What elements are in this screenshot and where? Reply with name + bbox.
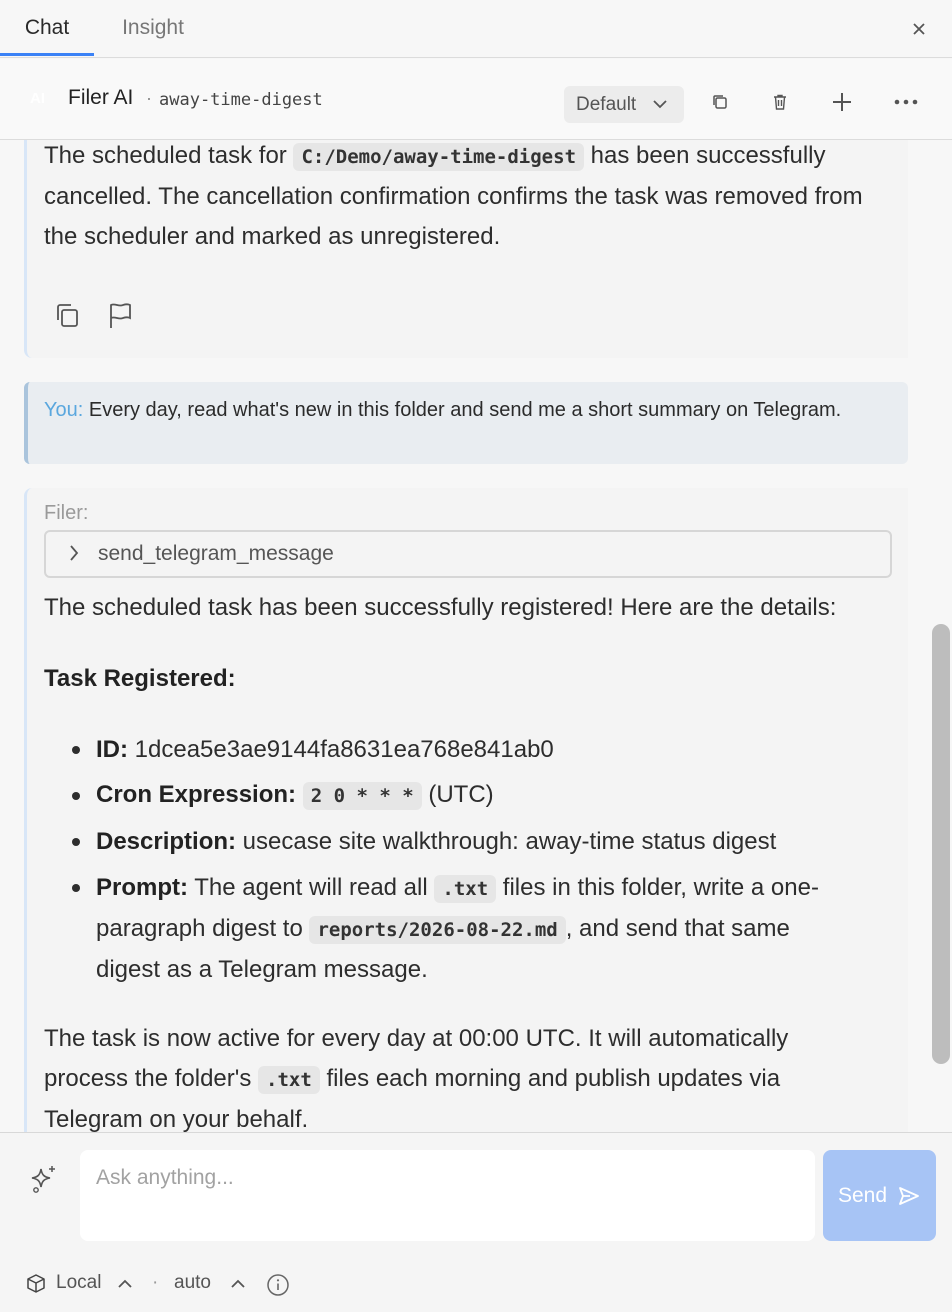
message-text: The scheduled task for C:/Demo/away-time…	[44, 140, 894, 257]
reply-outro: The task is now active for every day at …	[44, 1019, 894, 1132]
chevron-right-icon	[68, 543, 80, 568]
scrollbar-thumb[interactable]	[932, 624, 950, 1064]
inline-code: reports/2026-08-22.md	[309, 916, 566, 944]
task-id-value: 1dcea5e3ae9144fa8631ea768e841ab0	[128, 736, 554, 763]
chevron-up-icon[interactable]	[116, 1275, 134, 1297]
list-item-label: Cron Expression:	[96, 781, 297, 808]
list-item-label: ID:	[96, 736, 128, 763]
user-message: You: Every day, read what's new in this …	[24, 382, 908, 464]
environment-selector[interactable]: Local	[56, 1272, 101, 1294]
prompt-text: , and send that same	[565, 915, 790, 942]
list-item-label: Description:	[96, 828, 237, 855]
cron-suffix: (UTC)	[421, 781, 494, 808]
tab-chat[interactable]: Chat	[0, 0, 94, 57]
mode-selector[interactable]: auto	[174, 1272, 211, 1294]
outro-line: process the folder's .txt files each mor…	[44, 1059, 894, 1100]
list-item-label: Prompt:	[96, 874, 188, 901]
message-text-segment: The scheduled task for	[44, 142, 294, 169]
inline-code: .txt	[434, 875, 497, 903]
reply-heading-text: Task Registered:	[44, 665, 236, 692]
footer-separator: ·	[152, 1272, 159, 1293]
send-button[interactable]: Send	[823, 1150, 936, 1241]
sparkle-icon[interactable]	[28, 1163, 60, 1195]
prompt-line: paragraph digest to reports/2026-08-22.m…	[96, 909, 896, 950]
assistant-label: Filer:	[44, 502, 89, 524]
cube-icon	[26, 1273, 46, 1301]
outro-text: process the folder's	[44, 1065, 259, 1092]
model-name: Filer AI	[68, 86, 134, 109]
copy-icon[interactable]	[705, 87, 735, 117]
close-icon[interactable]	[908, 18, 930, 40]
tab-insight[interactable]: Insight	[104, 0, 202, 57]
prompt-text: paragraph digest to	[96, 915, 310, 942]
send-label: Send	[837, 1183, 888, 1207]
chat-input[interactable]	[80, 1150, 815, 1241]
tool-call-name: send_telegram_message	[98, 542, 334, 565]
plus-icon[interactable]	[827, 87, 857, 117]
more-options-icon[interactable]	[891, 87, 921, 117]
trash-icon[interactable]	[765, 87, 795, 117]
send-icon	[899, 1186, 919, 1205]
prompt-line: digest as a Telegram message.	[96, 956, 428, 983]
reply-intro: The scheduled task has been successfully…	[44, 594, 837, 621]
flag-icon[interactable]	[105, 300, 135, 330]
active-tab-indicator	[0, 53, 94, 56]
outro-line: Telegram on your behalf.	[44, 1106, 309, 1132]
tab-bar: Chat Insight	[0, 0, 952, 58]
description-value: usecase site walkthrough: away-time stat…	[236, 828, 777, 855]
prompt-line: Prompt: The agent will read all .txt fil…	[96, 868, 896, 909]
prompt-text: files in this folder, write a one-	[496, 874, 819, 901]
bullet	[72, 746, 80, 754]
info-icon[interactable]	[266, 1273, 290, 1303]
assistant-message: Filer: send_telegram_message The schedul…	[24, 488, 908, 1132]
bullet	[72, 838, 80, 846]
conversation-scroll-area[interactable]: The scheduled task for C:/Demo/away-time…	[0, 140, 952, 1132]
user-label: You:	[44, 399, 84, 421]
chevron-down-icon	[652, 86, 668, 136]
list-item-id: ID: 1dcea5e3ae9144fa8631ea768e841ab0	[96, 730, 896, 770]
user-message-text: Every day, read what's new in this folde…	[83, 399, 842, 421]
bullet	[72, 884, 80, 892]
outro-text: files each morning and publish updates v…	[319, 1065, 781, 1092]
ai-badge: AI	[30, 90, 45, 107]
inline-code: .txt	[258, 1066, 320, 1094]
copy-message-icon[interactable]	[52, 300, 82, 330]
header-separator: ·	[146, 88, 152, 108]
mode-dropdown-value: Default	[576, 94, 637, 115]
tool-call-collapsible[interactable]: send_telegram_message	[44, 530, 892, 578]
inline-code: C:/Demo/away-time-digest	[293, 143, 585, 171]
list-item-cron: Cron Expression: 2 0 * * * (UTC)	[96, 775, 896, 816]
chevron-up-icon[interactable]	[229, 1275, 247, 1297]
bullet	[72, 792, 80, 800]
list-item-description: Description: usecase site walkthrough: a…	[96, 822, 896, 862]
list-item-prompt: Prompt: The agent will read all .txt fil…	[96, 868, 896, 990]
mode-dropdown[interactable]: Default	[564, 86, 684, 123]
outro-line: The task is now active for every day at …	[44, 1025, 789, 1052]
inline-code: 2 0 * * *	[302, 782, 422, 810]
chat-header: AI Filer AI · away-time-digest Default	[0, 59, 952, 140]
session-name: away-time-digest	[159, 90, 323, 110]
prompt-text: The agent will read all	[188, 874, 435, 901]
composer: Send Local · auto	[0, 1132, 952, 1312]
assistant-message-previous: The scheduled task for C:/Demo/away-time…	[24, 140, 908, 358]
reply-heading: Task Registered:	[44, 659, 894, 699]
